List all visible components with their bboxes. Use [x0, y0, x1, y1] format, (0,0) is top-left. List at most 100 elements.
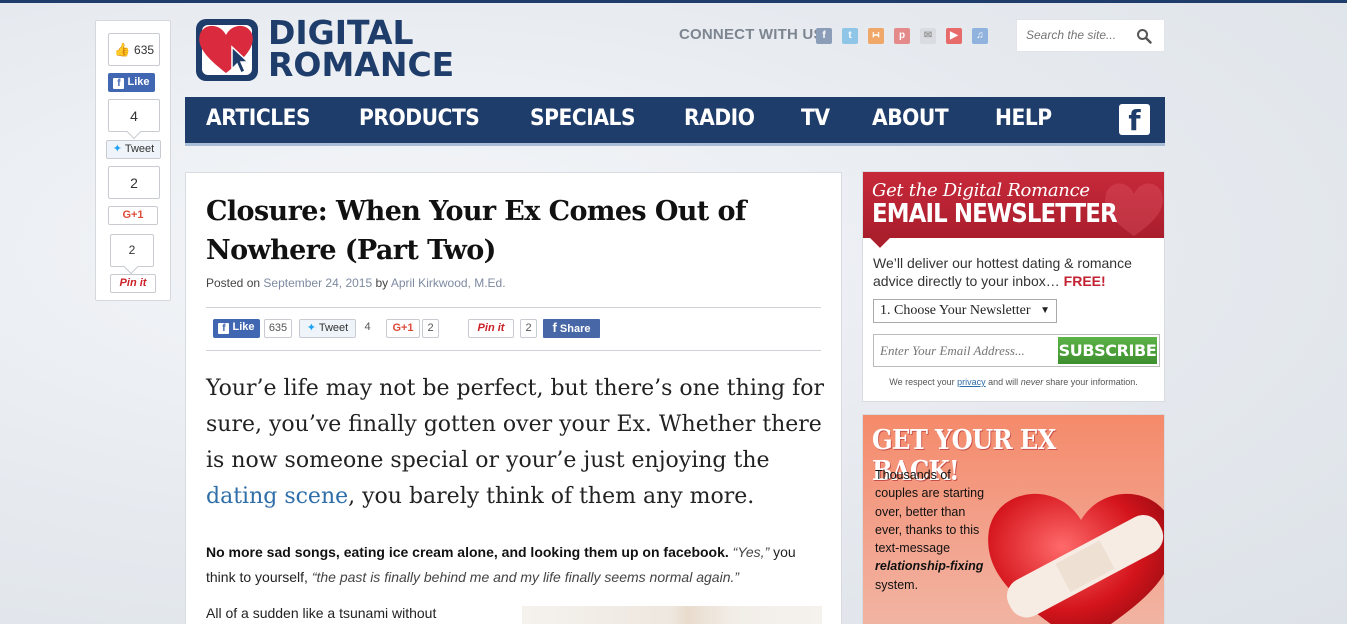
- facebook-icon[interactable]: f: [816, 28, 832, 44]
- newsletter-pretitle: Get the Digital Romance: [872, 180, 1090, 201]
- pinterest-counter[interactable]: 2: [110, 234, 154, 275]
- rss-icon[interactable]: ∺: [868, 28, 884, 44]
- article-tweet-count: 4: [364, 321, 371, 333]
- posted-on-label: Posted on: [206, 276, 261, 290]
- bandaged-heart-icon: [988, 493, 1164, 624]
- post-date-link[interactable]: September 24, 2015: [263, 276, 372, 290]
- article-paragraph-1: No more sad songs, eating ice cream alon…: [206, 540, 826, 590]
- tweet-button[interactable]: ✦ Tweet: [106, 140, 161, 159]
- author-link[interactable]: April Kirkwood, M.Ed.: [391, 276, 506, 290]
- privacy-link[interactable]: privacy: [957, 377, 986, 387]
- newsletter-title: EMAIL NEWSLETTER: [872, 199, 1118, 229]
- article-lead-paragraph: Your’e life may not be perfect, but ther…: [206, 371, 826, 515]
- youtube-icon[interactable]: ▶: [946, 28, 962, 44]
- tweet-counter[interactable]: 4: [108, 99, 160, 140]
- paragraph-1-bold: No more sad songs, eating ice cream alon…: [206, 544, 729, 560]
- newsletter-privacy-note: We respect your privacy and will never s…: [863, 377, 1164, 387]
- newsletter-header: Get the Digital Romance EMAIL NEWSLETTER: [863, 172, 1164, 248]
- privacy-text-pre: We respect your: [889, 377, 955, 387]
- facebook-like-label: Like: [127, 76, 150, 88]
- newsletter-description: We’ll deliver our hottest dating & roman…: [873, 254, 1158, 290]
- itunes-icon[interactable]: ♫: [972, 28, 988, 44]
- article-google-plus-label: G+1: [392, 322, 414, 334]
- article-like-label: Like: [232, 321, 255, 333]
- article-like-button[interactable]: f Like: [213, 319, 260, 338]
- article-title: Closure: When Your Ex Comes Out of Nowhe…: [206, 196, 746, 266]
- nav-products[interactable]: PRODUCTS: [359, 106, 480, 131]
- site-search-box: [1016, 19, 1165, 52]
- newsletter-select[interactable]: 1. Choose Your Newsletter ▼: [873, 299, 1057, 323]
- privacy-text-post: share your information.: [1045, 377, 1138, 387]
- article-photo: [522, 606, 822, 624]
- paragraph-1-quote-1: “Yes,”: [732, 544, 770, 560]
- newsletter-free-label: FREE!: [1063, 273, 1106, 289]
- google-plus-button[interactable]: G+1: [108, 206, 158, 225]
- connect-with-us-label: CONNECT WITH US: [679, 26, 824, 43]
- google-plus-count: 2: [130, 175, 138, 191]
- privacy-text-never: never: [1020, 377, 1044, 387]
- facebook-like-count: 635: [134, 43, 155, 57]
- article-pin-it-label: Pin it: [477, 322, 505, 334]
- pin-count: 2: [128, 243, 136, 257]
- ad-copy-bold: relationship-fixing: [875, 559, 984, 574]
- nav-about[interactable]: ABOUT: [872, 106, 949, 131]
- get-your-ex-back-ad[interactable]: GET YOUR EX BACK! Thousands of couples a…: [862, 414, 1165, 624]
- facebook-like-counter[interactable]: 👍 635: [108, 33, 160, 66]
- nav-tv[interactable]: TV: [801, 106, 830, 131]
- tweet-count: 4: [130, 108, 138, 124]
- nav-articles[interactable]: ARTICLES: [206, 106, 311, 131]
- nav-help[interactable]: HELP: [995, 106, 1052, 131]
- newsletter-email-input[interactable]: [880, 343, 1050, 359]
- google-plus-label: G+1: [122, 209, 144, 221]
- tweet-label: Tweet: [124, 143, 155, 155]
- newsletter-widget: Get the Digital Romance EMAIL NEWSLETTER…: [862, 171, 1165, 402]
- thumbs-up-icon: 👍: [113, 42, 131, 57]
- article-tweet-button[interactable]: ✦ Tweet: [299, 319, 356, 338]
- twitter-bird-icon: ✦: [112, 143, 122, 155]
- ad-copy-text: Thousands of couples are starting over, …: [875, 468, 985, 556]
- twitter-bird-icon: ✦: [306, 322, 316, 334]
- logo-word-romance: ROMANCE: [268, 45, 455, 84]
- logo-wordmark: DIGITAL ROMANCE: [268, 16, 455, 84]
- site-logo[interactable]: DIGITAL ROMANCE: [194, 16, 484, 84]
- pinterest-icon[interactable]: p: [894, 28, 910, 44]
- article-share-label: Share: [559, 323, 591, 335]
- article-card: Closure: When Your Ex Comes Out of Nowhe…: [185, 172, 842, 624]
- lead-text-before: Your’e life may not be perfect, but ther…: [206, 376, 824, 473]
- article-pin-it-button[interactable]: Pin it: [468, 319, 514, 338]
- article-meta: Posted on September 24, 2015 by April Ki…: [206, 276, 506, 290]
- article-like-count: 635: [264, 319, 292, 338]
- nav-specials[interactable]: SPECIALS: [530, 106, 636, 131]
- facebook-icon: f: [218, 323, 230, 334]
- top-accent-line: [0, 0, 1347, 3]
- heart-cursor-logo-icon: [196, 19, 258, 81]
- email-icon[interactable]: ✉: [920, 28, 936, 44]
- main-navigation: ARTICLES PRODUCTS SPECIALS RADIO TV ABOU…: [185, 97, 1165, 146]
- article-google-plus-count: 2: [422, 319, 439, 338]
- article-share-row: f Like 635 ✦ Tweet 4 G+1 2 Pin it 2 f Sh…: [206, 307, 821, 351]
- google-plus-counter[interactable]: 2: [108, 166, 160, 199]
- newsletter-select-value: 1. Choose Your Newsletter: [880, 303, 1031, 318]
- article-share-button[interactable]: f Share: [543, 319, 600, 338]
- lead-text-after: , you barely think of them any more.: [348, 484, 755, 509]
- search-input[interactable]: [1026, 28, 1136, 42]
- newsletter-signup-form: SUBSCRIBE: [873, 334, 1160, 367]
- article-google-plus-button[interactable]: G+1: [386, 319, 420, 338]
- facebook-like-button[interactable]: f Like: [108, 73, 155, 92]
- subscribe-button[interactable]: SUBSCRIBE: [1058, 337, 1157, 364]
- dropdown-caret-icon: ▼: [1040, 305, 1050, 316]
- twitter-icon[interactable]: t: [842, 28, 858, 44]
- facebook-icon: f: [552, 320, 557, 335]
- paragraph-1-quote-2: “the past is finally behind me and my li…: [311, 569, 740, 585]
- floating-share-bar: 👍 635 f Like 4 ✦ Tweet 2 G+1 2 Pin it: [95, 20, 171, 301]
- article-pin-count: 2: [520, 319, 537, 338]
- dating-scene-link[interactable]: dating scene: [206, 484, 348, 509]
- nav-radio[interactable]: RADIO: [684, 106, 755, 131]
- social-icon-row: f t ∺ p ✉ ▶ ♫: [816, 28, 988, 44]
- article-tweet-label: Tweet: [318, 322, 349, 334]
- pin-it-button[interactable]: Pin it: [110, 274, 156, 293]
- search-icon[interactable]: [1136, 28, 1152, 44]
- ad-copy: Thousands of couples are starting over, …: [875, 466, 995, 594]
- facebook-page-icon[interactable]: f: [1119, 104, 1150, 137]
- privacy-text-mid: and will: [988, 377, 1019, 387]
